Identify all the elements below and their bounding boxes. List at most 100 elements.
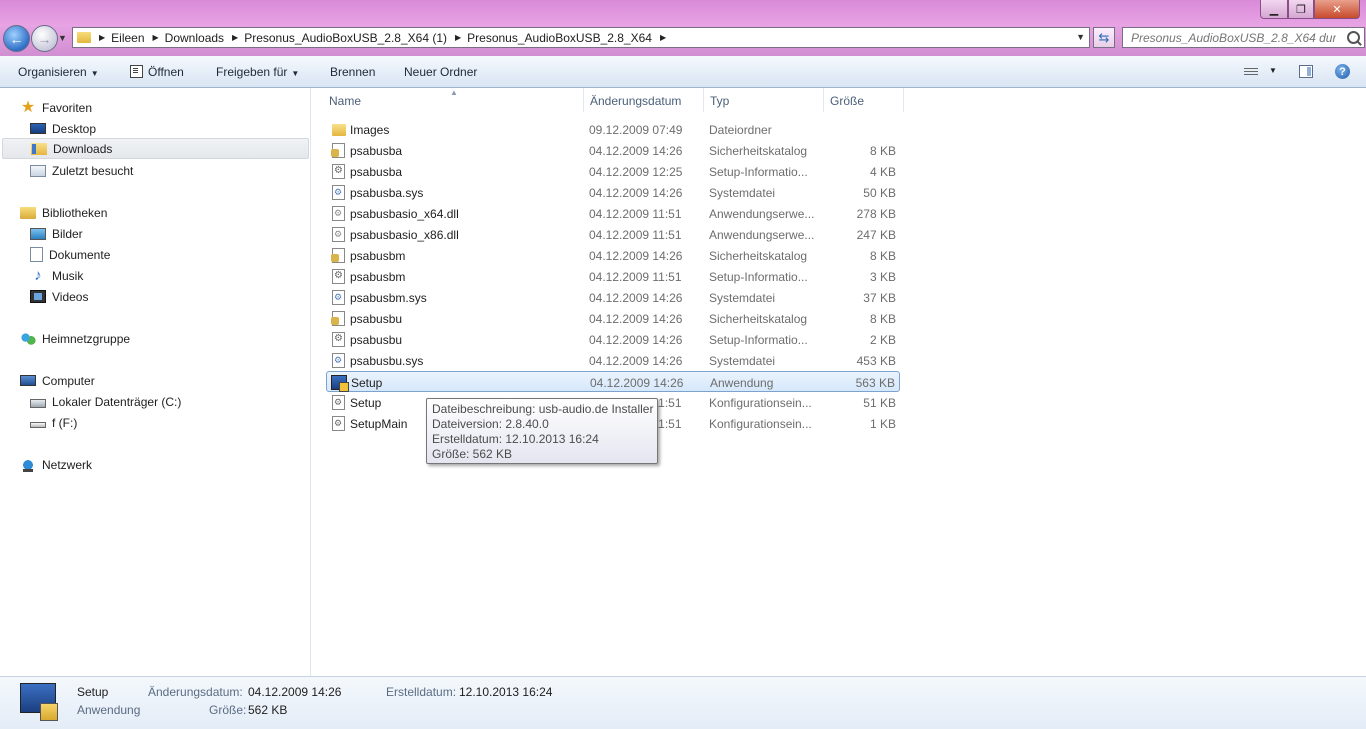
history-dropdown-icon[interactable]: ▼ [58, 33, 67, 43]
file-row[interactable]: psabusbm 04.12.2009 11:51 Setup-Informatio… [326, 266, 900, 287]
setupinfo-icon [332, 332, 345, 347]
file-size: 453 KB [856, 354, 896, 368]
share-label: Freigeben für [216, 65, 288, 79]
breadcrumb-arrow-icon[interactable]: ▶ [99, 33, 105, 42]
sidebar-item-local-disk[interactable]: Lokaler Datenträger (C:) [30, 391, 181, 412]
file-type: Konfigurationsein... [709, 417, 812, 431]
file-name: psabusbm [350, 249, 406, 263]
file-date: 04.12.2009 11:51 [589, 207, 682, 221]
sidebar-item-videos[interactable]: Videos [30, 286, 88, 307]
burn-button[interactable]: Brennen [330, 65, 375, 79]
file-row[interactable]: psabusbu.sys 04.12.2009 14:26 Systemdatei 4… [326, 350, 900, 371]
file-date: 04.12.2009 14:26 [589, 186, 683, 200]
sidebar-item-libraries[interactable]: Bibliotheken [20, 202, 107, 223]
column-header-size[interactable]: Größe [830, 94, 864, 108]
breadcrumb-arrow-icon[interactable]: ▶ [660, 33, 666, 42]
back-button[interactable]: ← [3, 25, 30, 52]
recent-places-icon [30, 164, 46, 177]
search-box[interactable] [1122, 27, 1365, 48]
file-row[interactable]: psabusbasio_x86.dll 04.12.2009 11:51 Anwen… [326, 224, 900, 245]
breadcrumb-downloads[interactable]: Downloads [165, 31, 224, 45]
sidebar-item-homegroup[interactable]: Heimnetzgruppe [20, 328, 130, 349]
open-button[interactable]: Öffnen [130, 65, 184, 79]
organize-button[interactable]: Organisieren ▼ [18, 65, 99, 79]
sidebar-item-computer[interactable]: Computer [20, 370, 95, 391]
breadcrumb-eileen[interactable]: Eileen [111, 31, 144, 45]
maximize-button[interactable]: ❐ [1288, 0, 1314, 19]
preview-pane-icon[interactable] [1299, 65, 1313, 78]
app-icon [331, 375, 349, 392]
address-dropdown-icon[interactable]: ▼ [1076, 32, 1085, 42]
sidebar-item-downloads[interactable]: Downloads [2, 138, 309, 159]
forward-button[interactable]: → [31, 25, 58, 52]
column-header-name[interactable]: Name [329, 94, 361, 108]
sidebar-item-recent[interactable]: Zuletzt besucht [30, 160, 133, 181]
file-row[interactable]: psabusbm.sys 04.12.2009 14:26 Systemdatei 3… [326, 287, 900, 308]
breadcrumb-arrow-icon[interactable]: ▶ [455, 33, 461, 42]
file-date: 04.12.2009 11:51 [589, 228, 682, 242]
refresh-button[interactable]: ⇆ [1093, 27, 1115, 48]
view-dropdown-icon[interactable]: ▼ [1269, 66, 1277, 75]
file-row[interactable]: psabusba.sys 04.12.2009 14:26 Systemdatei 5… [326, 182, 900, 203]
sidebar-item-label: Videos [52, 289, 89, 304]
sidebar-item-drive-f[interactable]: f (F:) [30, 412, 77, 433]
file-row[interactable]: psabusba 04.12.2009 14:26 Sicherheitskatal… [326, 140, 900, 161]
file-row[interactable]: psabusbasio_x64.dll 04.12.2009 11:51 Anwen… [326, 203, 900, 224]
file-type: Konfigurationsein... [709, 396, 812, 410]
breadcrumb-current-folder[interactable]: Presonus_AudioBoxUSB_2.8_X64 [467, 31, 652, 45]
breadcrumb-parent-folder[interactable]: Presonus_AudioBoxUSB_2.8_X64 (1) [244, 31, 447, 45]
sidebar-item-desktop[interactable]: Desktop [30, 118, 96, 139]
column-header-type[interactable]: Typ [710, 94, 729, 108]
column-divider[interactable] [703, 88, 704, 112]
help-icon[interactable]: ? [1335, 64, 1350, 79]
sidebar-item-documents[interactable]: Dokumente [30, 244, 110, 265]
network-icon [20, 457, 36, 472]
folder-icon [332, 124, 346, 136]
file-row[interactable]: psabusbu 04.12.2009 14:26 Sicherheitskatal… [326, 308, 900, 329]
application-icon [18, 681, 62, 723]
file-name: psabusbm [350, 270, 406, 284]
address-bar[interactable]: ▶ Eileen ▶ Downloads ▶ Presonus_AudioBox… [72, 27, 1090, 48]
close-button[interactable]: ✕ [1314, 0, 1360, 19]
share-button[interactable]: Freigeben für ▼ [216, 65, 299, 79]
command-bar: Organisieren ▼ Öffnen Freigeben für ▼ Bren… [0, 56, 1366, 88]
file-name: psabusbu [350, 312, 403, 326]
details-modified-value: 04.12.2009 14:26 [248, 685, 342, 699]
file-size: 563 KB [855, 376, 895, 390]
column-divider[interactable] [903, 88, 904, 112]
file-row[interactable]: Setup 04.12.2009 14:26 Anwendung 563 KB [326, 371, 900, 392]
catalog-icon [331, 248, 345, 263]
file-type: Sicherheitskatalog [709, 249, 808, 263]
sidebar-item-favorites[interactable]: ★ Favoriten [20, 97, 92, 118]
sysfile-icon [332, 290, 345, 305]
file-row[interactable]: Images 09.12.2009 07:49 Dateiordner [326, 119, 900, 140]
sidebar-item-pictures[interactable]: Bilder [30, 223, 83, 244]
config-icon [332, 416, 345, 431]
documents-icon [30, 247, 43, 262]
column-divider[interactable] [823, 88, 824, 112]
view-options-icon[interactable] [1244, 66, 1258, 77]
file-row[interactable]: psabusba 04.12.2009 12:25 Setup-Informatio… [326, 161, 900, 182]
sidebar-item-network[interactable]: Netzwerk [20, 454, 92, 475]
window-controls: ▁ ❐ ✕ [1260, 0, 1360, 19]
file-size: 51 KB [863, 396, 896, 410]
new-folder-button[interactable]: Neuer Ordner [404, 65, 477, 79]
catalog-icon [331, 311, 345, 326]
file-size: 247 KB [856, 228, 896, 242]
file-type: Anwendung [710, 376, 774, 390]
minimize-button[interactable]: ▁ [1260, 0, 1288, 19]
file-row[interactable]: psabusbm 04.12.2009 14:26 Sicherheitskatal… [326, 245, 900, 266]
file-size: 8 KB [869, 249, 896, 263]
title-bar: ▁ ❐ ✕ ← → ▼ ▶ Eileen ▶ Downloads ▶ Preso… [0, 0, 1366, 56]
sidebar-item-music[interactable]: ♪ Musik [30, 265, 83, 286]
file-row[interactable]: psabusbu 04.12.2009 14:26 Setup-Informatio… [326, 329, 900, 350]
breadcrumb-arrow-icon[interactable]: ▶ [232, 33, 238, 42]
column-divider[interactable] [583, 88, 584, 112]
sidebar-item-label: Zuletzt besucht [52, 163, 134, 178]
search-icon[interactable] [1347, 31, 1360, 44]
column-header-date[interactable]: Änderungsdatum [590, 94, 681, 108]
file-name: psabusba.sys [350, 186, 424, 200]
sidebar-item-label: Lokaler Datenträger (C:) [52, 394, 182, 409]
search-input[interactable] [1131, 30, 1336, 45]
breadcrumb-arrow-icon[interactable]: ▶ [153, 33, 159, 42]
